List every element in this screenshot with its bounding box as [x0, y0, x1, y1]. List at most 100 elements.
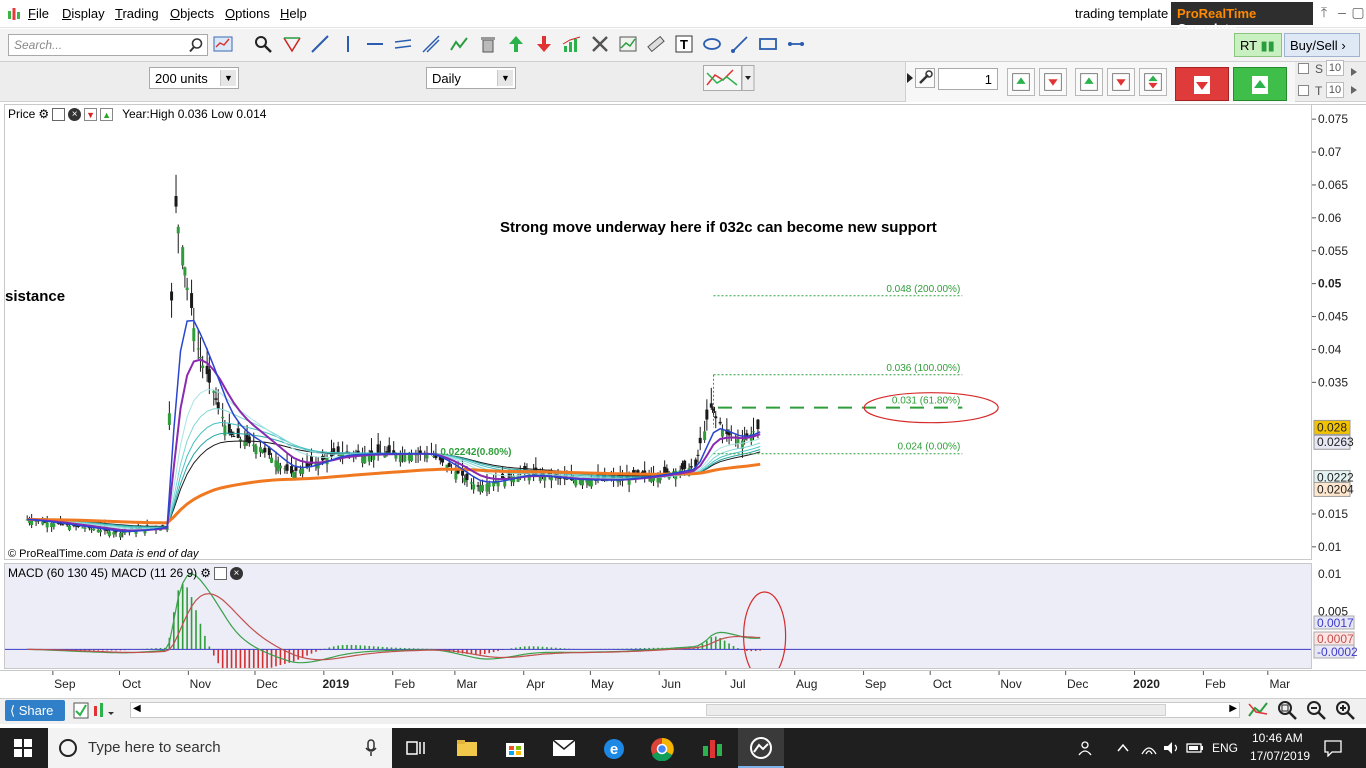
quantity-input[interactable]: 1 — [938, 68, 998, 90]
bottom-tools-icon[interactable] — [72, 700, 124, 721]
menu-objects[interactable]: Objects — [170, 6, 214, 21]
text-tool-icon[interactable]: T — [674, 34, 694, 54]
price-axis[interactable]: 0.075 0.07 0.065 0.06 0.055 0.05 0.045 0.04 0.03… — [1312, 104, 1366, 560]
annotation-text[interactable]: Strong move underway here if 032c can be… — [500, 219, 937, 236]
zoom-fit-icon[interactable] — [1276, 700, 1298, 720]
trendline-icon[interactable] — [310, 34, 330, 54]
microphone-icon[interactable] — [364, 739, 378, 757]
target-value[interactable]: 10 — [1326, 82, 1344, 98]
taskbar-search-input[interactable]: Type here to search — [48, 728, 392, 768]
timeframe-select[interactable]: Daily ▼ — [426, 67, 516, 89]
file-explorer-icon[interactable] — [456, 738, 478, 758]
arrow-up-icon[interactable] — [506, 34, 526, 54]
template-selector[interactable]: trading template — [1075, 6, 1168, 21]
maximize-pane-icon[interactable] — [52, 107, 66, 121]
menu-trading[interactable]: Trading — [115, 6, 159, 21]
ruler-icon[interactable] — [646, 34, 666, 54]
task-view-icon[interactable] — [406, 739, 426, 757]
indicator-icon[interactable] — [562, 34, 582, 54]
windows-start-icon[interactable] — [14, 739, 32, 757]
chevron-up-icon[interactable] — [1116, 742, 1130, 754]
stop-value[interactable]: 10 — [1326, 60, 1344, 76]
buy-sell-button[interactable]: Buy/Sell › — [1284, 33, 1360, 57]
sell-stop-icon[interactable] — [1107, 68, 1135, 96]
ellipse-tool-icon[interactable] — [702, 34, 722, 54]
chart-window-icon[interactable] — [213, 34, 233, 54]
bracket-order-icon[interactable] — [1139, 68, 1167, 96]
battery-icon[interactable] — [1186, 740, 1204, 756]
people-icon[interactable] — [1078, 740, 1096, 756]
segment-tool-icon[interactable] — [786, 34, 806, 54]
clock-time[interactable]: 10:46 AM — [1252, 731, 1303, 745]
rectangle-tool-icon[interactable] — [758, 34, 778, 54]
zoom-out-icon[interactable] — [1305, 700, 1327, 720]
close-pane-icon[interactable]: × — [229, 566, 243, 580]
price-chart-canvas[interactable]: 0.048 (200.00%) 0.036 (100.00%) 0.031 (61.… — [5, 105, 1311, 559]
stop-checkbox[interactable] — [1298, 63, 1309, 74]
time-axis[interactable]: Sep Oct Nov Dec 2019 Feb Mar Apr May Jun Jul Aug Sep… — [0, 670, 1366, 696]
mail-icon[interactable] — [552, 739, 576, 757]
macd-pane[interactable]: MACD (60 130 45) MACD (11 26 9) ⚙ × — [4, 563, 1312, 669]
arrow-down-icon[interactable] — [534, 34, 554, 54]
wrench-icon[interactable] — [915, 68, 935, 88]
buy-stop-icon[interactable] — [1075, 68, 1103, 96]
tools-icon[interactable] — [590, 34, 610, 54]
pin-icon[interactable]: ⤒ — [1316, 4, 1332, 22]
chart-style-icon[interactable] — [703, 65, 755, 91]
scroll-right-icon[interactable]: ▶ — [1229, 703, 1237, 714]
edge-browser-icon[interactable]: e — [602, 737, 626, 761]
macd-axis[interactable]: 0.01 0.005 0.0017 0.0007 -0.0002 — [1312, 563, 1366, 669]
search-input[interactable]: Search... — [8, 34, 208, 56]
sell-limit-icon[interactable] — [1039, 68, 1067, 96]
volume-icon[interactable] — [1162, 740, 1180, 756]
fibonacci-fan-icon[interactable] — [282, 34, 302, 54]
zoom-icon[interactable] — [253, 34, 273, 54]
menu-display[interactable]: Display — [62, 6, 105, 21]
price-chart-pane[interactable]: 0.048 (200.00%) 0.036 (100.00%) 0.031 (61.… — [4, 104, 1312, 560]
notification-icon[interactable] — [1324, 739, 1342, 757]
buy-at-market-button[interactable] — [1233, 67, 1287, 101]
chrome-browser-icon[interactable] — [650, 737, 674, 761]
share-button[interactable]: ⟨ Share — [5, 700, 65, 721]
zigzag-icon[interactable] — [449, 34, 469, 54]
scrollbar-thumb[interactable] — [706, 704, 1166, 716]
auto-scale-icon[interactable] — [1247, 700, 1269, 720]
maximize-icon[interactable]: ▢ — [1350, 4, 1366, 22]
ray-tool-icon[interactable] — [730, 34, 750, 54]
prorealtime-app-icon[interactable] — [700, 737, 724, 761]
trash-icon[interactable] — [478, 34, 498, 54]
target-checkbox[interactable] — [1298, 85, 1309, 96]
annotation-resistance-text[interactable]: sistance — [5, 288, 65, 305]
pitchfork-icon[interactable] — [421, 34, 441, 54]
menu-help[interactable]: Help — [280, 6, 307, 21]
screener-icon[interactable] — [618, 34, 638, 54]
vertical-line-icon[interactable] — [338, 34, 358, 54]
language-indicator[interactable]: ENG — [1212, 741, 1238, 755]
wifi-icon[interactable] — [1140, 740, 1158, 756]
close-pane-icon[interactable]: × — [68, 107, 82, 121]
minimize-icon[interactable]: – — [1334, 4, 1350, 22]
wrench-icon[interactable]: ⚙ — [38, 107, 49, 121]
move-pane-down-icon[interactable]: ▼ — [84, 107, 98, 121]
wrench-icon[interactable]: ⚙ — [200, 566, 211, 580]
active-app-tab[interactable] — [738, 728, 784, 768]
zoom-in-icon[interactable] — [1334, 700, 1356, 720]
search-icon[interactable] — [188, 37, 204, 53]
scroll-left-icon[interactable]: ◀ — [133, 703, 141, 714]
panel-chevrons-icon[interactable] — [1348, 62, 1360, 100]
menu-options[interactable]: Options — [225, 6, 270, 21]
store-icon[interactable] — [504, 737, 526, 759]
realtime-button[interactable]: RT ▮▮ — [1234, 33, 1282, 57]
channel-icon[interactable] — [393, 34, 413, 54]
move-pane-up-icon[interactable]: ▲ — [100, 107, 114, 121]
sell-at-market-button[interactable] — [1175, 67, 1229, 101]
clock-date[interactable]: 17/07/2019 — [1250, 749, 1310, 763]
horizontal-scrollbar[interactable]: ◀ ▶ — [130, 702, 1240, 718]
chevron-right-icon[interactable] — [906, 72, 914, 84]
horizontal-line-icon[interactable] — [365, 34, 385, 54]
price-bar-body — [223, 425, 227, 436]
maximize-pane-icon[interactable] — [213, 566, 227, 580]
buy-limit-icon[interactable] — [1007, 68, 1035, 96]
units-select[interactable]: 200 units ▼ — [149, 67, 239, 89]
menu-file[interactable]: File — [28, 6, 49, 21]
